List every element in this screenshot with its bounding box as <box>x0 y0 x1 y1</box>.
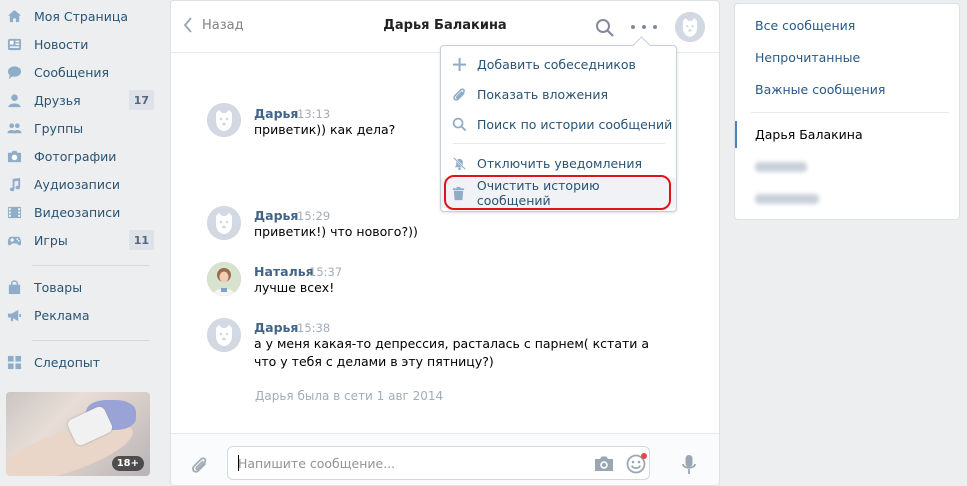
text-cursor <box>238 455 239 471</box>
age-rating-badge: 18+ <box>111 456 144 471</box>
message-text: приветик)) как дела? <box>254 122 396 137</box>
active-dialog-item[interactable]: Дарья Балакина <box>735 121 959 148</box>
sidebar-item-label: Моя Страница <box>34 8 128 24</box>
menu-item-search-history[interactable]: Поиск по истории сообщений <box>441 109 676 139</box>
trash-icon <box>451 185 467 201</box>
dog-avatar-icon[interactable] <box>207 103 241 137</box>
plus-icon <box>451 56 467 72</box>
menu-item-label: Добавить собеседников <box>477 56 636 72</box>
blurred-dialog-item[interactable] <box>755 194 819 204</box>
last-seen-status: Дарья была в сети 1 авг 2014 <box>255 389 444 403</box>
bell-off-icon <box>451 155 467 171</box>
search-icon <box>451 116 467 132</box>
sidebar-item-label: Фотографии <box>34 148 117 164</box>
message-author[interactable]: Дарья <box>254 320 298 335</box>
paperclip-icon[interactable] <box>191 455 209 475</box>
paperclip-icon <box>451 86 467 102</box>
sidebar-item-label: Друзья <box>34 92 81 108</box>
menu-item-label: Отключить уведомления <box>477 155 642 171</box>
sidebar-item-news[interactable]: Новости <box>4 32 154 56</box>
sidebar-item-label: Сообщения <box>34 64 110 80</box>
sidebar-item-games[interactable]: Игры 11 <box>4 228 154 252</box>
message-author[interactable]: Дарья <box>254 208 298 223</box>
apps-grid-icon <box>6 354 22 370</box>
sidebar-item-label: Группы <box>34 120 84 136</box>
search-icon[interactable] <box>595 18 615 38</box>
music-icon <box>6 176 22 192</box>
friends-icon <box>6 92 22 108</box>
dog-avatar-icon[interactable] <box>207 318 241 352</box>
sidebar-item-label: Игры <box>34 232 68 248</box>
message-time[interactable]: 13:13 <box>297 107 330 121</box>
home-icon <box>6 8 22 24</box>
sidebar-item-label: Аудиозаписи <box>34 176 120 192</box>
message-text: а у меня какая-то депрессия, расталась с… <box>254 336 650 351</box>
news-icon <box>6 36 22 52</box>
sidebar-item-audio[interactable]: Аудиозаписи <box>4 172 154 196</box>
sidebar-item-label: Следопыт <box>34 354 101 370</box>
microphone-icon[interactable] <box>682 454 696 476</box>
active-dialog-name: Дарья Балакина <box>755 127 863 142</box>
message-time[interactable]: 15:37 <box>309 265 342 279</box>
panel-divider <box>751 112 949 113</box>
ad-banner-image[interactable]: 18+ <box>6 392 150 476</box>
menu-item-label: Поиск по истории сообщений <box>477 116 673 132</box>
sidebar-item-label: Товары <box>34 279 83 295</box>
sidebar-item-label: Новости <box>34 36 89 52</box>
chat-actions-dropdown: Добавить собеседников Показать вложения … <box>440 45 677 212</box>
filter-important[interactable]: Важные сообщения <box>755 82 885 97</box>
sidebar-item-ads[interactable]: Реклама <box>4 303 154 327</box>
message-time[interactable]: 15:38 <box>297 321 330 335</box>
filter-all-messages[interactable]: Все сообщения <box>755 18 855 33</box>
menu-divider <box>453 143 665 144</box>
message-input-box[interactable] <box>227 446 650 480</box>
sidebar-item-video[interactable]: Видеозаписи <box>4 200 154 224</box>
sidebar-item-market[interactable]: Товары <box>4 275 154 299</box>
filter-unread[interactable]: Непрочитанные <box>755 50 860 65</box>
dog-avatar-icon[interactable] <box>207 206 241 240</box>
sidebar-divider <box>32 265 150 266</box>
sidebar-item-label: Реклама <box>34 307 90 323</box>
sidebar-item-groups[interactable]: Группы <box>4 116 154 140</box>
message-text: что у тебя с делами в эту пятницу?) <box>254 354 494 369</box>
dialogs-filter-panel: Все сообщения Непрочитанные Важные сообщ… <box>734 3 960 220</box>
emoji-icon[interactable] <box>626 453 647 474</box>
left-sidebar: Моя Страница Новости Сообщения Друзья 17… <box>0 0 160 486</box>
sidebar-item-sledopyt[interactable]: Следопыт <box>4 350 154 374</box>
gamepad-icon <box>6 232 22 248</box>
megaphone-icon <box>6 307 22 323</box>
sidebar-item-messages[interactable]: Сообщения <box>4 60 154 84</box>
message-time[interactable]: 15:29 <box>297 209 330 223</box>
message-author[interactable]: Наталья <box>254 264 314 279</box>
message-text: приветик!) что нового?)) <box>254 224 418 239</box>
menu-item-label: Показать вложения <box>477 86 608 102</box>
menu-item-show-attachments[interactable]: Показать вложения <box>441 79 676 109</box>
messages-icon <box>6 64 22 80</box>
groups-icon <box>6 120 22 136</box>
sidebar-item-my-page[interactable]: Моя Страница <box>4 4 154 28</box>
blurred-dialog-item[interactable] <box>755 162 807 172</box>
sidebar-divider <box>32 340 150 341</box>
camera-icon <box>6 148 22 164</box>
bag-icon <box>6 279 22 295</box>
message-input[interactable] <box>238 447 578 479</box>
peer-avatar[interactable] <box>675 12 705 42</box>
menu-item-label: Очистить историю сообщений <box>476 178 600 208</box>
friends-count-badge: 17 <box>128 90 154 110</box>
sidebar-item-friends[interactable]: Друзья 17 <box>4 88 154 112</box>
message-composer <box>171 433 719 485</box>
sidebar-item-photos[interactable]: Фотографии <box>4 144 154 168</box>
message-author[interactable]: Дарья <box>254 106 298 121</box>
games-count-badge: 11 <box>128 230 154 250</box>
camera-icon[interactable] <box>594 455 614 473</box>
menu-item-mute-notifications[interactable]: Отключить уведомления <box>441 148 676 178</box>
message-text: лучше всех! <box>254 280 335 295</box>
notification-dot <box>641 453 647 459</box>
user-photo-avatar[interactable] <box>207 262 241 296</box>
sidebar-item-label: Видеозаписи <box>34 204 121 220</box>
menu-item-add-participants[interactable]: Добавить собеседников <box>441 49 676 79</box>
more-actions-icon[interactable] <box>631 19 657 35</box>
video-icon <box>6 204 22 220</box>
menu-item-clear-history[interactable]: Очистить историю сообщений <box>441 178 676 208</box>
